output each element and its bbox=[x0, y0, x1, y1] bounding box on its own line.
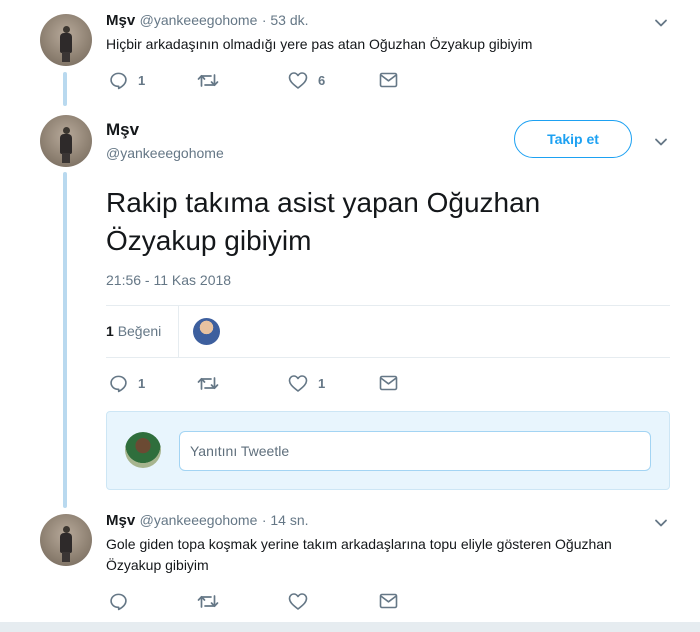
tweet-text-line: Gole giden topa koşmak yerine takım arka… bbox=[106, 536, 612, 552]
tweet-text-line: Özyakup gibiyim bbox=[106, 557, 209, 573]
tweet-text: Hiçbir arkadaşının olmadığı yere pas ata… bbox=[106, 36, 533, 52]
chevron-down-icon[interactable] bbox=[654, 16, 668, 30]
tweet-timestamp[interactable]: 21:56 - 11 Kas 2018 bbox=[106, 272, 231, 288]
tweet-time[interactable]: · 53 dk. bbox=[262, 12, 309, 28]
divider bbox=[106, 305, 670, 306]
like-count: 6 bbox=[318, 73, 326, 88]
divider bbox=[178, 306, 179, 357]
user-name[interactable]: Mşv bbox=[106, 120, 139, 140]
user-name[interactable]: Mşv bbox=[106, 512, 135, 529]
retweet-button[interactable] bbox=[197, 71, 229, 90]
reply-input[interactable]: Yanıtını Tweetle bbox=[179, 431, 651, 471]
chevron-down-icon[interactable] bbox=[654, 516, 668, 530]
envelope-icon bbox=[379, 593, 398, 609]
reply-button[interactable]: 1 bbox=[109, 71, 145, 90]
follow-button[interactable]: Takip et bbox=[514, 120, 632, 158]
divider bbox=[106, 357, 670, 358]
reply-count: 1 bbox=[138, 73, 146, 88]
likes-total: 1 bbox=[106, 323, 114, 339]
thread-line bbox=[63, 72, 67, 106]
heart-icon bbox=[288, 593, 308, 610]
reply-button[interactable] bbox=[109, 592, 138, 611]
retweet-icon bbox=[197, 74, 219, 87]
dm-button[interactable] bbox=[379, 592, 398, 610]
reply-icon bbox=[110, 375, 127, 393]
retweet-icon bbox=[197, 377, 219, 390]
reply-count: 1 bbox=[138, 376, 146, 391]
heart-icon bbox=[288, 72, 308, 89]
tweet-header: Mşv @yankeeegohome · 14 sn. bbox=[106, 512, 309, 530]
likes-summary[interactable]: 1 Beğeni bbox=[106, 323, 161, 339]
likes-label: Beğeni bbox=[117, 323, 162, 339]
tweet-text: Rakip takıma asist yapan Oğuzhan Özyakup… bbox=[106, 184, 540, 260]
envelope-icon bbox=[379, 72, 398, 88]
like-button[interactable] bbox=[288, 592, 318, 611]
tweet-text-line: Özyakup gibiyim bbox=[106, 225, 312, 256]
like-button[interactable]: 1 bbox=[288, 374, 325, 393]
bottom-separator bbox=[0, 622, 700, 632]
user-name[interactable]: Mşv bbox=[106, 12, 135, 29]
like-count: 1 bbox=[318, 376, 326, 391]
liker-avatar[interactable] bbox=[193, 318, 220, 345]
retweet-button[interactable] bbox=[197, 592, 229, 611]
avatar[interactable] bbox=[40, 14, 92, 66]
thread-line bbox=[63, 172, 67, 508]
user-handle[interactable]: @yankeeegohome bbox=[140, 12, 258, 28]
tweet-time[interactable]: · 14 sn. bbox=[262, 512, 309, 528]
avatar[interactable] bbox=[40, 115, 92, 167]
reply-placeholder: Yanıtını Tweetle bbox=[190, 443, 290, 459]
reply-button[interactable]: 1 bbox=[109, 374, 145, 393]
reply-icon bbox=[110, 593, 127, 611]
tweet-text: Gole giden topa koşmak yerine takım arka… bbox=[106, 534, 612, 576]
reply-icon bbox=[110, 72, 127, 90]
dm-button[interactable] bbox=[379, 71, 398, 89]
tweet-text-line: Rakip takıma asist yapan Oğuzhan bbox=[106, 187, 541, 218]
retweet-icon bbox=[197, 595, 219, 608]
envelope-icon bbox=[379, 375, 398, 391]
chevron-down-icon[interactable] bbox=[654, 135, 668, 149]
current-user-avatar[interactable] bbox=[125, 432, 161, 468]
like-button[interactable]: 6 bbox=[288, 71, 325, 90]
tweet-header: Mşv @yankeeegohome · 53 dk. bbox=[106, 12, 309, 30]
user-handle[interactable]: @yankeeegohome bbox=[140, 512, 258, 528]
avatar[interactable] bbox=[40, 514, 92, 566]
dm-button[interactable] bbox=[379, 374, 398, 392]
user-handle[interactable]: @yankeeegohome bbox=[106, 145, 224, 161]
retweet-button[interactable] bbox=[197, 374, 229, 393]
heart-icon bbox=[288, 375, 308, 392]
